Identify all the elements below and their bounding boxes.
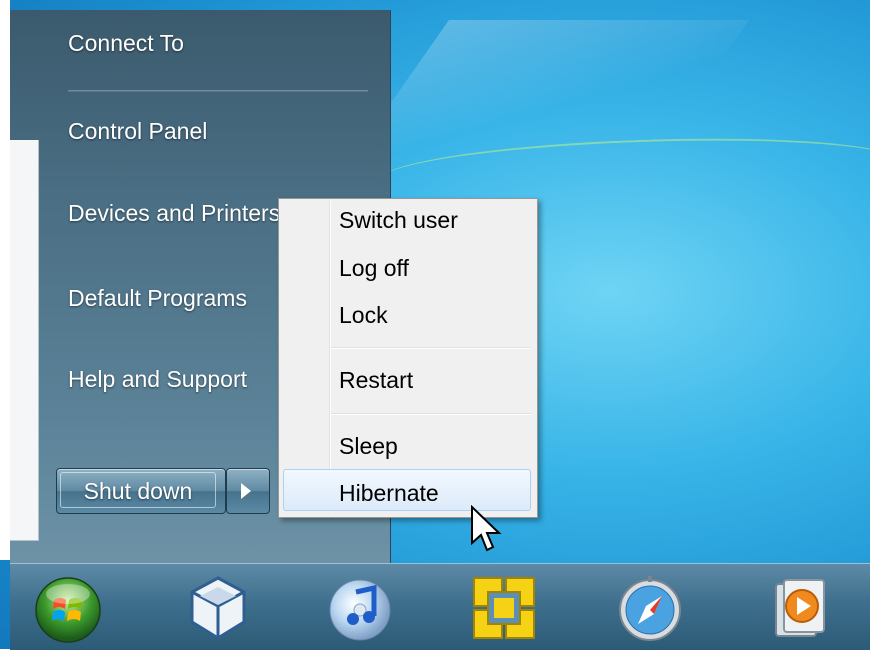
shut-down-label: Shut down [60,472,216,508]
menu-item-connect-to[interactable]: Connect To [68,30,184,57]
power-item-sleep[interactable]: Sleep [339,433,398,460]
itunes-icon[interactable] [324,572,396,644]
arrow-right-icon [241,483,251,499]
virtualbox-icon[interactable] [182,572,254,644]
menu-item-default-programs[interactable]: Default Programs [68,285,247,312]
power-item-lock[interactable]: Lock [339,302,388,329]
menu-gutter [329,201,331,513]
menu-separator [68,90,368,92]
menu-item-help-and-support[interactable]: Help and Support [68,366,247,393]
power-item-log-off[interactable]: Log off [339,255,409,282]
shutdown-options-button[interactable] [226,468,270,514]
start-orb-icon[interactable] [32,572,104,644]
taskbar [10,563,870,650]
vmware-icon[interactable] [468,572,540,644]
safari-icon[interactable] [614,572,686,644]
power-options-menu: Switch user Log off Lock Restart Sleep H… [278,198,538,518]
menu-item-devices-and-printers[interactable]: Devices and Printers [68,200,280,227]
window-edge [0,0,10,560]
power-item-switch-user[interactable]: Switch user [339,207,458,234]
mouse-cursor-icon [471,505,502,552]
popup-separator [331,413,531,415]
menu-item-control-panel[interactable]: Control Panel [68,118,207,145]
shut-down-button[interactable]: Shut down [56,468,226,514]
popup-separator [331,347,531,349]
power-item-restart[interactable]: Restart [339,367,413,394]
power-item-hibernate[interactable]: Hibernate [339,480,439,507]
programs-pane [10,140,39,541]
media-player-icon[interactable] [762,572,834,644]
